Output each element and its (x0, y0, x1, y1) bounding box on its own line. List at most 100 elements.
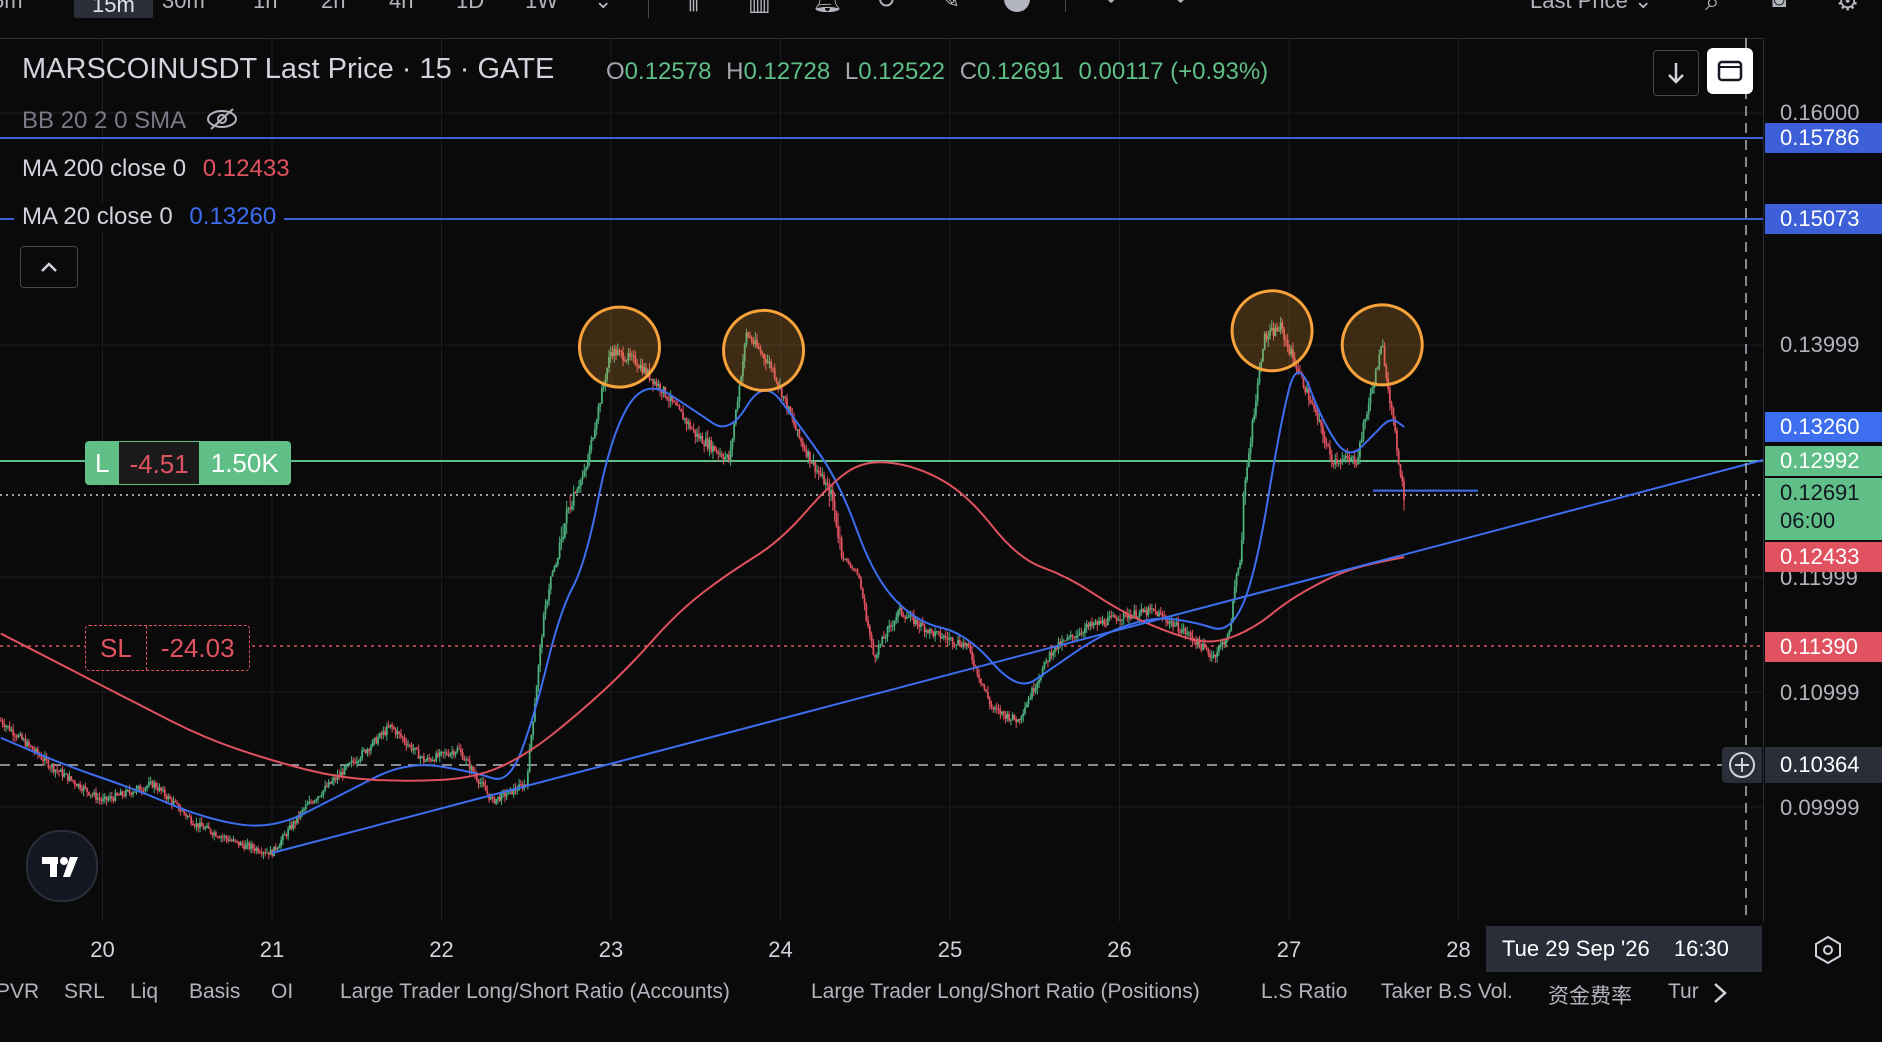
candle-body (1087, 624, 1090, 627)
candle-body (1239, 562, 1241, 569)
candle-body (854, 569, 857, 571)
price-axis-divider (1763, 38, 1764, 922)
ma20-indicator[interactable]: MA 20 close 0 0.13260 (14, 203, 285, 231)
eye-off-icon[interactable] (205, 107, 239, 138)
candles (0, 316, 1405, 860)
candle-body (86, 787, 89, 792)
camera-icon[interactable]: ◙ (1772, 0, 1787, 14)
candle-body (251, 844, 254, 849)
candle-body (1309, 399, 1312, 404)
candle-body (668, 399, 670, 401)
tab-basis[interactable]: Basis (189, 980, 240, 1004)
candle-body (59, 769, 62, 772)
candle-body (14, 735, 16, 737)
price-type-select[interactable]: Last Price ⌄ (1530, 0, 1652, 14)
candle-body (1168, 622, 1171, 624)
tab-turnover[interactable]: Tur (1668, 980, 1702, 1004)
ma200-indicator[interactable]: MA 200 close 0 0.12433 (22, 155, 290, 183)
tab-large-trader-accounts[interactable]: Large Trader Long/Short Ratio (Accounts) (340, 980, 730, 1004)
candle-body (375, 737, 378, 744)
candle-body (916, 619, 919, 625)
candle-body (733, 423, 736, 440)
replay-icon[interactable]: ↻ (876, 0, 896, 15)
bb-label: BB 20 2 0 SMA (22, 107, 185, 134)
tab-pvr[interactable]: PVR (0, 980, 39, 1004)
candle-body (419, 756, 422, 759)
candle-body (870, 634, 873, 643)
candle-body (1025, 704, 1028, 708)
indicators-icon[interactable]: ▥ (748, 0, 771, 17)
interval-5m[interactable]: 5m (0, 0, 23, 14)
candle-body (942, 635, 945, 638)
candle-body (1045, 660, 1048, 662)
candle-body (186, 815, 189, 817)
tab-taker-bs-vol[interactable]: Taker B.S Vol. (1381, 980, 1513, 1004)
candle-body (1001, 711, 1003, 715)
candle-body (422, 756, 425, 762)
settings-gear-icon[interactable]: ⚙ (1836, 0, 1859, 17)
candle-body (435, 753, 438, 762)
candle-body (592, 437, 595, 440)
fullscreen-button[interactable] (1707, 48, 1753, 94)
candle-body (484, 785, 487, 791)
symbol-title[interactable]: MARSCOINUSDT Last Price · 15 · GATE (22, 53, 554, 86)
tab-ls-ratio[interactable]: L.S Ratio (1261, 980, 1347, 1004)
candle-body (218, 836, 221, 838)
bb-indicator[interactable]: BB 20 2 0 SMA (22, 107, 239, 138)
candle-body (588, 449, 591, 462)
tab-srl[interactable]: SRL (64, 980, 105, 1004)
scroll-down-button[interactable] (1653, 50, 1699, 96)
candle-body (994, 707, 996, 710)
candle-body (1091, 622, 1093, 626)
add-plus-button[interactable] (1722, 747, 1762, 783)
redo-icon[interactable]: ↷ (1165, 0, 1187, 15)
interval-15m[interactable]: 15m (74, 0, 153, 18)
stop-loss-label[interactable]: SL -24.03 (85, 625, 250, 671)
candle-body (542, 614, 545, 638)
price-tick: 0.10999 (1780, 680, 1860, 705)
undo-icon[interactable]: ↶ (1105, 0, 1127, 15)
tab-liq[interactable]: Liq (130, 980, 158, 1004)
tab-large-trader-positions[interactable]: Large Trader Long/Short Ratio (Positions… (811, 980, 1200, 1004)
collapse-legend-button[interactable] (20, 246, 78, 288)
interval-30m[interactable]: 30m (162, 0, 205, 14)
drawing-icon[interactable]: ✎ (940, 0, 960, 15)
candle-body (1149, 607, 1152, 610)
tabs-scroll-right-button[interactable] (1706, 978, 1734, 1013)
interval-2h[interactable]: 2h (321, 0, 345, 14)
candle-type-icon[interactable]: ⫼ (688, 0, 699, 16)
candle-body (958, 640, 961, 645)
search-icon[interactable]: ⌕ (1705, 0, 1720, 18)
candle-body (1396, 430, 1398, 452)
candle-body (384, 731, 386, 735)
candle-body (498, 796, 501, 801)
candle-body (553, 567, 556, 572)
alert-icon[interactable]: 🔔︎ (812, 0, 842, 15)
chart-settings-button[interactable] (1812, 934, 1844, 971)
tradingview-logo[interactable] (26, 830, 98, 902)
candle-body (814, 461, 817, 472)
candle-body (391, 724, 394, 728)
interval-4h[interactable]: 4h (389, 0, 413, 14)
interval-dropdown-icon[interactable]: ⌄ (594, 0, 612, 14)
candle-body (481, 782, 483, 784)
long-position-label[interactable]: L -4.51 1.50K (85, 441, 291, 485)
candle-body (100, 799, 103, 801)
tab-oi[interactable]: OI (271, 980, 293, 1004)
candle-body (1004, 714, 1007, 719)
candle-body (407, 744, 409, 746)
candle-body (581, 475, 584, 480)
tab-funding-rate[interactable]: 资金费率 (1548, 980, 1632, 1010)
interval-1W[interactable]: 1W (525, 0, 558, 14)
crosshair-price[interactable]: 0.10364 (1722, 747, 1882, 783)
candle-body (886, 627, 889, 637)
candle-body (907, 616, 910, 618)
interval-1D[interactable]: 1D (456, 0, 484, 14)
candle-body (283, 834, 286, 836)
interval-1h[interactable]: 1h (253, 0, 277, 14)
candle-body (385, 726, 388, 735)
candle-body (800, 437, 803, 442)
trendline-group (271, 459, 1764, 854)
candle-body (209, 828, 212, 833)
candle-body (1177, 622, 1180, 632)
